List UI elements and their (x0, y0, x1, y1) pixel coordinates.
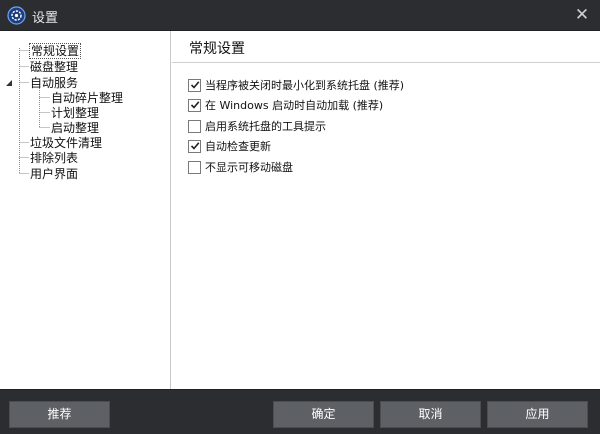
option-label: 当程序被关闭时最小化到系统托盘 (推荐) (205, 79, 405, 92)
ok-button[interactable]: 确定 (273, 401, 374, 428)
checkbox[interactable] (188, 160, 201, 174)
tree-item-boot-defrag[interactable]: 启动整理 (51, 121, 99, 135)
option-auto-update-check[interactable]: 自动检查更新 (188, 138, 271, 154)
cancel-button[interactable]: 取消 (380, 401, 481, 428)
tree-item-scheduled[interactable]: 计划整理 (51, 106, 99, 120)
option-label: 自动检查更新 (205, 140, 271, 153)
tree-item-general[interactable]: 常规设置 (28, 43, 82, 59)
section-divider (172, 62, 600, 63)
tree-item-auto-defrag[interactable]: 自动碎片整理 (51, 91, 123, 105)
checkbox[interactable] (188, 78, 201, 92)
tree-item-user-interface[interactable]: 用户界面 (30, 167, 78, 181)
apply-button[interactable]: 应用 (487, 401, 588, 428)
app-icon (7, 6, 26, 25)
settings-tree: 常规设置 磁盘整理 自动服务 自动碎片整理 计划整理 启动整理 垃圾文件清理 排… (0, 31, 171, 389)
close-icon: ✕ (574, 5, 590, 25)
window-title: 设置 (32, 11, 59, 26)
section-title: 常规设置 (189, 41, 245, 57)
option-label: 在 Windows 启动时自动加载 (推荐) (205, 99, 384, 112)
settings-window: 设置 ✕ 常规设置 磁盘整理 自动服务 自动碎片整理 计划整理 启动整理 垃圾文… (0, 0, 600, 434)
option-label: 不显示可移动磁盘 (205, 161, 293, 174)
checkbox[interactable] (188, 119, 201, 133)
tree-item-exclusion-list[interactable]: 排除列表 (30, 151, 78, 165)
settings-content: 常规设置 当程序被关闭时最小化到系统托盘 (推荐) 在 Windows 启动时自… (172, 31, 600, 389)
checkmark-icon (190, 100, 200, 109)
option-tray-tooltips[interactable]: 启用系统托盘的工具提示 (188, 118, 326, 134)
button-bar: 推荐 确定 取消 应用 (0, 389, 600, 434)
tree-lines (19, 48, 50, 174)
option-autoload-on-startup[interactable]: 在 Windows 启动时自动加载 (推荐) (188, 97, 383, 113)
expand-triangle-icon[interactable] (5, 79, 13, 87)
tree-item-auto-service[interactable]: 自动服务 (30, 76, 78, 90)
recommend-button[interactable]: 推荐 (9, 401, 110, 428)
tree-item-junk-cleanup[interactable]: 垃圾文件清理 (30, 136, 102, 150)
option-hide-removable-drives[interactable]: 不显示可移动磁盘 (188, 159, 293, 175)
checkbox[interactable] (188, 98, 201, 112)
option-minimize-to-tray[interactable]: 当程序被关闭时最小化到系统托盘 (推荐) (188, 77, 404, 93)
close-button[interactable]: ✕ (572, 5, 592, 25)
checkmark-icon (190, 80, 200, 89)
tree-item-disk-defrag[interactable]: 磁盘整理 (30, 60, 78, 74)
checkbox[interactable] (188, 139, 201, 153)
option-label: 启用系统托盘的工具提示 (205, 120, 326, 133)
checkmark-icon (190, 141, 200, 150)
title-bar: 设置 ✕ (0, 0, 600, 31)
